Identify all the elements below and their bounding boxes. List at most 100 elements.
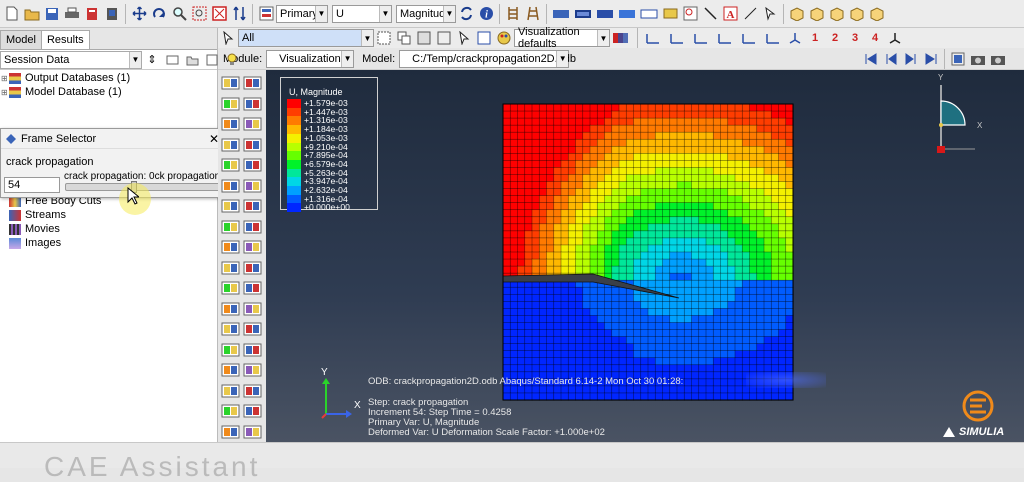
invariant-combo[interactable]: Magnitude ▼: [396, 4, 456, 23]
ladder-alt-icon[interactable]: [524, 5, 542, 23]
print-icon[interactable]: [63, 5, 81, 23]
tree-folder-icon[interactable]: [183, 51, 201, 69]
tools-3-icon[interactable]: [221, 402, 241, 422]
select-box-icon[interactable]: [375, 29, 393, 47]
replace-selected-icon[interactable]: [243, 259, 263, 279]
line-annotation-icon[interactable]: [741, 5, 759, 23]
frame-number-input[interactable]: 54: [4, 177, 60, 193]
tools-6-icon[interactable]: [243, 423, 263, 443]
tree-item-model-database[interactable]: ⊞ Model Database (1): [0, 85, 217, 99]
tab-model[interactable]: Model: [0, 30, 42, 49]
first-frame-icon[interactable]: [862, 50, 880, 68]
tree-item-output-databases[interactable]: ⊞ Output Databases (1): [0, 71, 217, 85]
tree-item-movies[interactable]: Movies: [8, 222, 101, 236]
annotation-icon[interactable]: [661, 5, 679, 23]
path-create-icon[interactable]: [221, 218, 241, 238]
common-options-icon[interactable]: [221, 136, 241, 156]
view-right-icon[interactable]: [848, 5, 866, 23]
render-filled-icon[interactable]: [573, 5, 593, 23]
render-hidden-icon[interactable]: [595, 5, 615, 23]
camera-icon[interactable]: [969, 50, 987, 68]
report-icon[interactable]: [221, 300, 241, 320]
box-zoom-icon[interactable]: [190, 5, 208, 23]
xy-plot-icon[interactable]: [243, 197, 263, 217]
overlay-plot-icon[interactable]: [243, 320, 263, 340]
tree-item-images[interactable]: Images: [8, 236, 101, 250]
lightbulb-icon[interactable]: [223, 51, 241, 69]
select-annotation-icon[interactable]: [761, 5, 779, 23]
contour-plot-icon[interactable]: [221, 74, 241, 94]
color-code-icon[interactable]: [611, 29, 633, 47]
layer-manager-icon[interactable]: [243, 361, 263, 381]
probe-values-icon[interactable]: [221, 279, 241, 299]
color-code-icon[interactable]: [221, 361, 241, 381]
view-axes-icon[interactable]: [886, 29, 904, 47]
material-orientation-icon[interactable]: [221, 95, 241, 115]
viewport[interactable]: U, Magnitude +1.579e-03 +1.447e-03 +1.316e…: [266, 70, 1024, 442]
previous-frame-icon[interactable]: [882, 50, 900, 68]
render-palette-icon[interactable]: [495, 29, 513, 47]
auto-fit-icon[interactable]: [210, 5, 228, 23]
csys-xy-icon[interactable]: [642, 29, 664, 47]
select-copy-icon[interactable]: [395, 29, 413, 47]
plot-ply-icon[interactable]: [243, 95, 263, 115]
arrow-annotation-icon[interactable]: [701, 5, 719, 23]
select-hide-icon[interactable]: [415, 29, 433, 47]
legend-options-icon[interactable]: [243, 300, 263, 320]
model-combo[interactable]: C:/Temp/crackpropagation2D.odb ▼: [399, 49, 576, 68]
view-front-icon[interactable]: [808, 5, 826, 23]
tree-expand-icon[interactable]: [203, 51, 221, 69]
csys-iso-icon[interactable]: [786, 29, 804, 47]
tools-1-icon[interactable]: [221, 382, 241, 402]
animate-scale-icon[interactable]: [221, 177, 241, 197]
magnify-icon[interactable]: [170, 5, 188, 23]
tree-item-streams[interactable]: Streams: [8, 208, 101, 222]
info-icon[interactable]: i: [477, 5, 495, 23]
ladder-icon[interactable]: [504, 5, 522, 23]
animate-harmonic-icon[interactable]: [243, 177, 263, 197]
tools-4-icon[interactable]: [243, 402, 263, 422]
select-arrow-icon[interactable]: [219, 29, 237, 47]
render-wire-icon[interactable]: [639, 5, 659, 23]
odb-import-icon[interactable]: [83, 5, 101, 23]
last-frame-icon[interactable]: [922, 50, 940, 68]
xy-data-icon[interactable]: [221, 197, 241, 217]
cycle-views-icon[interactable]: [230, 5, 248, 23]
tools-5-icon[interactable]: [221, 423, 241, 443]
deformed-shape-icon[interactable]: [221, 115, 241, 135]
select-mode-icon[interactable]: [435, 29, 453, 47]
save-icon[interactable]: [43, 5, 61, 23]
sort-icon[interactable]: ⇕: [143, 51, 161, 69]
output-position-combo[interactable]: Primary ▼: [276, 4, 328, 23]
tools-2-icon[interactable]: [243, 382, 263, 402]
new-file-icon[interactable]: [3, 5, 21, 23]
session-data-combo[interactable]: Session Data ▼: [0, 50, 142, 69]
viewport-annotation-icon[interactable]: [221, 320, 241, 340]
csys-yx-icon[interactable]: [666, 29, 688, 47]
view-3-button[interactable]: 3: [846, 29, 864, 47]
text-annotation-icon[interactable]: A: [721, 5, 739, 23]
remove-display-icon[interactable]: [243, 341, 263, 361]
pan-icon[interactable]: [130, 5, 148, 23]
rotate-icon[interactable]: [150, 5, 168, 23]
magnify-text-icon[interactable]: [681, 5, 699, 23]
symbol-plot-icon[interactable]: [243, 74, 263, 94]
render-line-icon[interactable]: [551, 5, 571, 23]
view-cut-icon[interactable]: [221, 238, 241, 258]
free-body-icon[interactable]: [243, 238, 263, 258]
view-1-button[interactable]: 1: [806, 29, 824, 47]
tab-results[interactable]: Results: [40, 30, 90, 49]
next-frame-icon[interactable]: [902, 50, 920, 68]
view-iso-icon[interactable]: [788, 5, 806, 23]
superimpose-icon[interactable]: [243, 136, 263, 156]
view-4-button[interactable]: 4: [866, 29, 884, 47]
query-icon[interactable]: [243, 279, 263, 299]
select-edges-icon[interactable]: [475, 29, 493, 47]
allow-multiple-icon[interactable]: [221, 156, 241, 176]
module-combo[interactable]: Visualization ▼: [266, 49, 355, 68]
undeformed-shape-icon[interactable]: [243, 115, 263, 135]
view-2-button[interactable]: 2: [826, 29, 844, 47]
frame-selector-titlebar[interactable]: Frame Selector ✕: [1, 129, 225, 149]
field-output-icon[interactable]: [257, 5, 275, 23]
csys-zx-icon[interactable]: [714, 29, 736, 47]
